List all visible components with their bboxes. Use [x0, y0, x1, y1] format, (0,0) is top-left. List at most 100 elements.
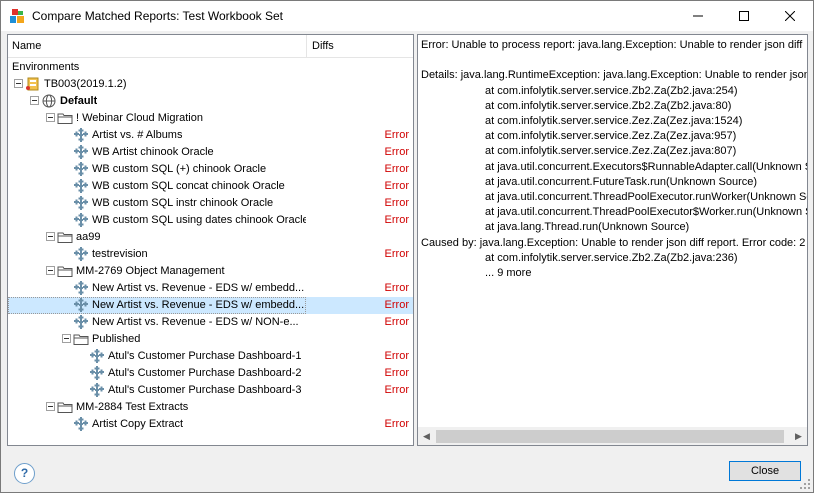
tree-row-label: MM-2884 Test Extracts — [76, 401, 189, 413]
tree-row-label: New Artist vs. Revenue - EDS w/ NON-e... — [92, 316, 299, 328]
diff-status: Error — [384, 129, 409, 141]
error-detail-line: at java.lang.Thread.run(Unknown Source) — [485, 221, 690, 234]
error-detail-line: at com.infolytik.server.service.Zb2.Za(Z… — [485, 84, 738, 97]
report-tree[interactable]: Name Diffs Environments TB003(2019.1.2) De… — [7, 34, 414, 446]
minimize-button[interactable] — [675, 1, 721, 31]
diff-status: Error — [384, 418, 409, 430]
error-detail-line: at java.util.concurrent.FutureTask.run(U… — [485, 175, 758, 188]
globe-icon — [41, 94, 57, 108]
workbook-icon — [73, 162, 89, 176]
tree-row-label: WB custom SQL instr chinook Oracle — [92, 197, 274, 209]
tree-row-label: Published — [92, 333, 141, 345]
tree-row[interactable]: Environments — [8, 59, 413, 76]
tree-row-label: ! Webinar Cloud Migration — [76, 112, 203, 124]
workbook-icon — [89, 349, 105, 363]
workbook-icon — [73, 213, 89, 227]
error-detail-line: at com.infolytik.server.service.Zez.Za(Z… — [485, 130, 737, 143]
close-button[interactable]: Close — [729, 461, 801, 481]
error-detail-line: at com.infolytik.server.service.Zez.Za(Z… — [485, 145, 737, 158]
tree-row[interactable]: WB custom SQL concat chinook Oracle Error — [8, 178, 413, 195]
error-detail-line: at java.util.concurrent.Executors$Runnab… — [485, 160, 807, 173]
error-details-text: Error: Unable to process report: java.la… — [418, 35, 807, 428]
tree-row-label: testrevision — [92, 248, 148, 260]
collapse-toggle-icon[interactable] — [46, 266, 55, 275]
tree-row[interactable]: ! Webinar Cloud Migration — [8, 110, 413, 127]
tree-row-label: TB003(2019.1.2) — [44, 78, 127, 90]
diff-status: Error — [384, 163, 409, 175]
tree-row[interactable]: New Artist vs. Revenue - EDS w/ embedd..… — [8, 280, 413, 297]
error-detail-line: at java.util.concurrent.ThreadPoolExecut… — [485, 191, 807, 203]
tree-row[interactable]: testrevision Error — [8, 246, 413, 263]
tree-row-label: Atul's Customer Purchase Dashboard-3 — [108, 384, 302, 396]
tree-row[interactable]: Artist vs. # Albums Error — [8, 127, 413, 144]
tree-row[interactable]: New Artist vs. Revenue - EDS w/ embedd..… — [8, 297, 413, 314]
title-bar[interactable]: Compare Matched Reports: Test Workbook S… — [1, 1, 813, 31]
scroll-left-icon[interactable]: ◀ — [418, 428, 435, 445]
diff-status: Error — [384, 214, 409, 226]
workbook-icon — [73, 298, 89, 312]
close-window-button[interactable] — [767, 1, 813, 31]
tree-row[interactable]: Default — [8, 93, 413, 110]
workbook-icon — [73, 179, 89, 193]
tree-row-label: aa99 — [76, 231, 101, 243]
tree-row[interactable]: WB custom SQL using dates chinook Oracle… — [8, 212, 413, 229]
tree-row[interactable]: New Artist vs. Revenue - EDS w/ NON-e...… — [8, 314, 413, 331]
collapse-toggle-icon[interactable] — [62, 334, 71, 343]
server-icon — [25, 77, 41, 91]
folder-icon — [57, 230, 73, 244]
tree-row-label: New Artist vs. Revenue - EDS w/ embedd..… — [92, 299, 305, 311]
horizontal-scrollbar[interactable]: ◀ ▶ — [418, 427, 807, 445]
diff-status: Error — [384, 248, 409, 260]
scroll-right-icon[interactable]: ▶ — [790, 428, 807, 445]
folder-icon — [57, 111, 73, 125]
tree-row[interactable]: WB custom SQL (+) chinook Oracle Error — [8, 161, 413, 178]
tree-row[interactable]: Atul's Customer Purchase Dashboard-2 Erro… — [8, 365, 413, 382]
workbook-icon — [73, 128, 89, 142]
minimize-icon — [693, 15, 703, 17]
tree-row[interactable]: WB custom SQL instr chinook Oracle Error — [8, 195, 413, 212]
tree-row-label: Artist vs. # Albums — [92, 129, 183, 141]
column-header-diffs[interactable]: Diffs — [312, 40, 334, 52]
tree-row-label: Atul's Customer Purchase Dashboard-2 — [108, 367, 302, 379]
workbook-icon — [73, 417, 89, 431]
diff-status: Error — [384, 350, 409, 362]
error-detail-line: at com.infolytik.server.service.Zb2.Za(Z… — [485, 99, 732, 112]
error-detail-line: at java.util.concurrent.ThreadPoolExecut… — [485, 206, 807, 219]
collapse-toggle-icon[interactable] — [14, 79, 23, 88]
diff-status: Error — [384, 384, 409, 396]
folder-icon — [73, 332, 89, 346]
workbook-icon — [73, 145, 89, 159]
app-logo-icon — [10, 9, 24, 23]
help-button[interactable]: ? — [14, 463, 35, 484]
maximize-button[interactable] — [721, 1, 767, 31]
tree-row[interactable]: Atul's Customer Purchase Dashboard-1 Erro… — [8, 348, 413, 365]
tree-row[interactable]: WB Artist chinook Oracle Error — [8, 144, 413, 161]
tree-row[interactable]: MM-2884 Test Extracts — [8, 399, 413, 416]
close-icon — [785, 11, 795, 21]
collapse-toggle-icon[interactable] — [46, 232, 55, 241]
collapse-toggle-icon[interactable] — [46, 113, 55, 122]
workbook-icon — [73, 196, 89, 210]
tree-row[interactable]: aa99 — [8, 229, 413, 246]
tree-row[interactable]: Artist Copy Extract Error — [8, 416, 413, 433]
tree-row[interactable]: TB003(2019.1.2) — [8, 76, 413, 93]
error-detail-line: Caused by: java.lang.Exception: Unable t… — [421, 236, 806, 249]
tree-row-label: WB Artist chinook Oracle — [92, 146, 214, 158]
error-details-panel[interactable]: Error: Unable to process report: java.la… — [417, 34, 808, 446]
collapse-toggle-icon[interactable] — [46, 402, 55, 411]
diff-status: Error — [384, 282, 409, 294]
maximize-icon — [739, 11, 749, 21]
workbook-icon — [89, 383, 105, 397]
column-divider[interactable] — [306, 35, 307, 57]
error-detail-line: ... 9 more — [485, 267, 532, 279]
tree-row[interactable]: Published — [8, 331, 413, 348]
workbook-icon — [73, 315, 89, 329]
tree-row[interactable]: Atul's Customer Purchase Dashboard-3 Erro… — [8, 382, 413, 399]
resize-grip-icon[interactable] — [800, 479, 810, 489]
column-header-name[interactable]: Name — [12, 40, 41, 52]
tree-row[interactable]: MM-2769 Object Management — [8, 263, 413, 280]
diff-status: Error — [384, 197, 409, 209]
collapse-toggle-icon[interactable] — [30, 96, 39, 105]
scrollbar-thumb[interactable] — [436, 430, 784, 443]
tree-row-label: Atul's Customer Purchase Dashboard-1 — [108, 350, 302, 362]
